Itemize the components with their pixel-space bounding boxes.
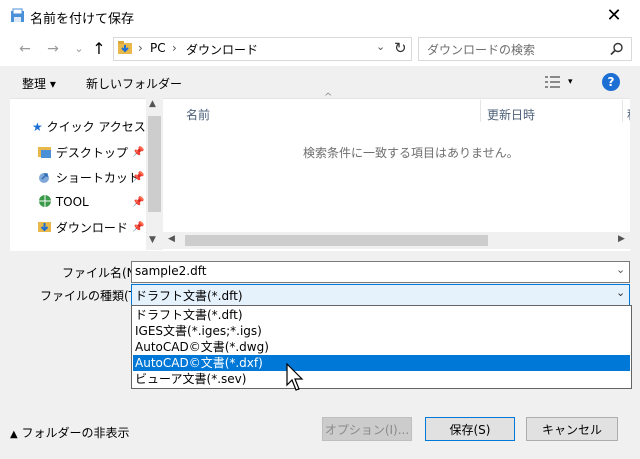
filetype-label: ファイルの種類(T): — [40, 289, 145, 303]
sidebar-item-quick-access[interactable]: ★ クイック アクセス — [32, 118, 146, 140]
filetype-selected-value: ドラフト文書(*.dft) — [135, 289, 243, 303]
column-header-type[interactable]: 種 — [627, 106, 630, 123]
scroll-up-chevron-icon[interactable]: ▲ — [149, 99, 156, 109]
star-icon: ★ — [32, 120, 43, 134]
sidebar-item-downloads[interactable]: ダウンロード — [38, 219, 128, 241]
chevron-up-icon: ▲ — [10, 429, 18, 440]
sidebar-item-label: ダウンロード — [55, 221, 128, 235]
window-title: 名前を付けて保存 — [30, 12, 135, 27]
scroll-down-chevron-icon[interactable]: ▼ — [149, 235, 156, 245]
filetype-option[interactable]: ドラフト文書(*.dft) — [133, 307, 630, 323]
mouse-pointer-icon — [286, 363, 304, 391]
shortcut-icon — [39, 173, 49, 183]
column-divider[interactable] — [622, 100, 623, 122]
pin-icon[interactable]: 📌 — [132, 197, 144, 208]
filename-field[interactable]: sample2.dft ⌄ — [131, 261, 630, 283]
column-divider[interactable] — [480, 100, 481, 122]
desktop-folder-icon — [38, 147, 51, 158]
sidebar-item-tool[interactable]: TOOL — [38, 194, 89, 216]
filetype-option[interactable]: AutoCAD©文書(*.dwg) — [133, 339, 630, 355]
network-globe-icon — [39, 195, 51, 207]
search-box[interactable]: ダウンロードの検索 — [418, 37, 632, 61]
downloads-folder-icon — [38, 222, 51, 232]
command-bar: 整理 ▾ 新しいフォルダー ▾ ? — [0, 66, 640, 98]
sidebar-item-desktop[interactable]: デスクトップ — [38, 144, 128, 166]
sort-ascending-chevron-icon: ^ — [324, 92, 333, 103]
downloads-folder-icon — [118, 41, 132, 54]
up-arrow-icon[interactable]: ↑ — [90, 40, 108, 58]
save-dialog-icon — [11, 8, 24, 22]
help-icon[interactable]: ? — [602, 73, 620, 91]
cancel-button[interactable]: キャンセル — [526, 417, 618, 441]
filename-input[interactable]: sample2.dft — [135, 264, 206, 278]
filename-history-chevron-icon[interactable]: ⌄ — [616, 263, 625, 276]
filetype-option[interactable]: ビューア文書(*.sev) — [133, 371, 630, 387]
title-bar: 名前を付けて保存 ✕ — [0, 0, 640, 32]
save-button[interactable]: 保存(S) — [425, 417, 515, 441]
pin-icon[interactable]: 📌 — [132, 172, 144, 183]
sidebar-item-label: ショートカット — [55, 171, 140, 185]
forward-arrow-icon[interactable]: → — [44, 40, 62, 58]
view-options-chevron-icon[interactable]: ▾ — [568, 77, 573, 87]
breadcrumb-downloads[interactable]: ダウンロード — [186, 41, 258, 58]
breadcrumb-separator-icon: › — [138, 41, 143, 55]
organize-menu[interactable]: 整理 ▾ — [22, 75, 56, 92]
filetype-select[interactable]: ドラフト文書(*.dft) ⌄ — [131, 284, 630, 306]
breadcrumb-separator-icon: › — [172, 41, 177, 55]
empty-results-message: 検索条件に一致する項目はありません。 — [303, 146, 519, 160]
search-icon[interactable] — [610, 42, 624, 56]
navigation-scrollbar-thumb[interactable] — [148, 116, 161, 212]
address-bar[interactable]: › PC › ダウンロード ⌄ ↻ — [113, 37, 412, 61]
hide-folders-toggle[interactable]: ▲ フォルダーの非表示 — [10, 424, 130, 441]
filetype-option-highlighted[interactable]: AutoCAD©文書(*.dxf) — [133, 355, 630, 371]
search-input[interactable]: ダウンロードの検索 — [427, 41, 535, 58]
sidebar-item-label: クイック アクセス — [46, 120, 146, 134]
hide-folders-label: フォルダーの非表示 — [21, 426, 130, 440]
scroll-right-chevron-icon[interactable]: ▶ — [618, 234, 625, 244]
filetype-dropdown-list: ドラフト文書(*.dft) IGES文書(*.iges;*.igs) AutoC… — [131, 305, 632, 389]
sidebar-item-shortcut[interactable]: ショートカット — [38, 169, 140, 191]
refresh-icon[interactable]: ↻ — [394, 39, 407, 57]
column-header-date[interactable]: 更新日時 — [487, 106, 535, 123]
new-folder-button[interactable]: 新しいフォルダー — [86, 75, 182, 92]
view-details-icon[interactable] — [545, 75, 561, 89]
pin-icon[interactable]: 📌 — [132, 147, 144, 158]
column-header-name[interactable]: 名前 — [186, 106, 210, 123]
save-as-dialog: 名前を付けて保存 ✕ ← → ⌄ ↑ › PC › ダウンロード ⌄ ↻ ダウン… — [0, 0, 640, 459]
breadcrumb-pc[interactable]: PC — [150, 41, 166, 55]
back-arrow-icon[interactable]: ← — [16, 40, 34, 58]
address-dropdown-chevron-icon[interactable]: ⌄ — [376, 40, 385, 53]
recent-locations-chevron-icon[interactable]: ⌄ — [70, 40, 88, 58]
sidebar-item-label: デスクトップ — [55, 146, 128, 160]
pin-icon[interactable]: 📌 — [132, 222, 144, 233]
file-list-pane — [163, 98, 630, 251]
horizontal-scrollbar-thumb[interactable] — [185, 235, 488, 246]
navigation-pane: ★ クイック アクセス デスクトップ ショートカット TOOL ダウンロード 📌… — [10, 98, 163, 251]
scroll-left-chevron-icon[interactable]: ◀ — [168, 234, 175, 244]
close-button[interactable]: ✕ — [600, 4, 628, 28]
sidebar-item-label: TOOL — [55, 195, 89, 209]
filetype-option[interactable]: IGES文書(*.iges;*.igs) — [133, 323, 630, 339]
options-button[interactable]: オプション(I)... — [322, 417, 412, 441]
filetype-chevron-down-icon[interactable]: ⌄ — [616, 286, 625, 299]
